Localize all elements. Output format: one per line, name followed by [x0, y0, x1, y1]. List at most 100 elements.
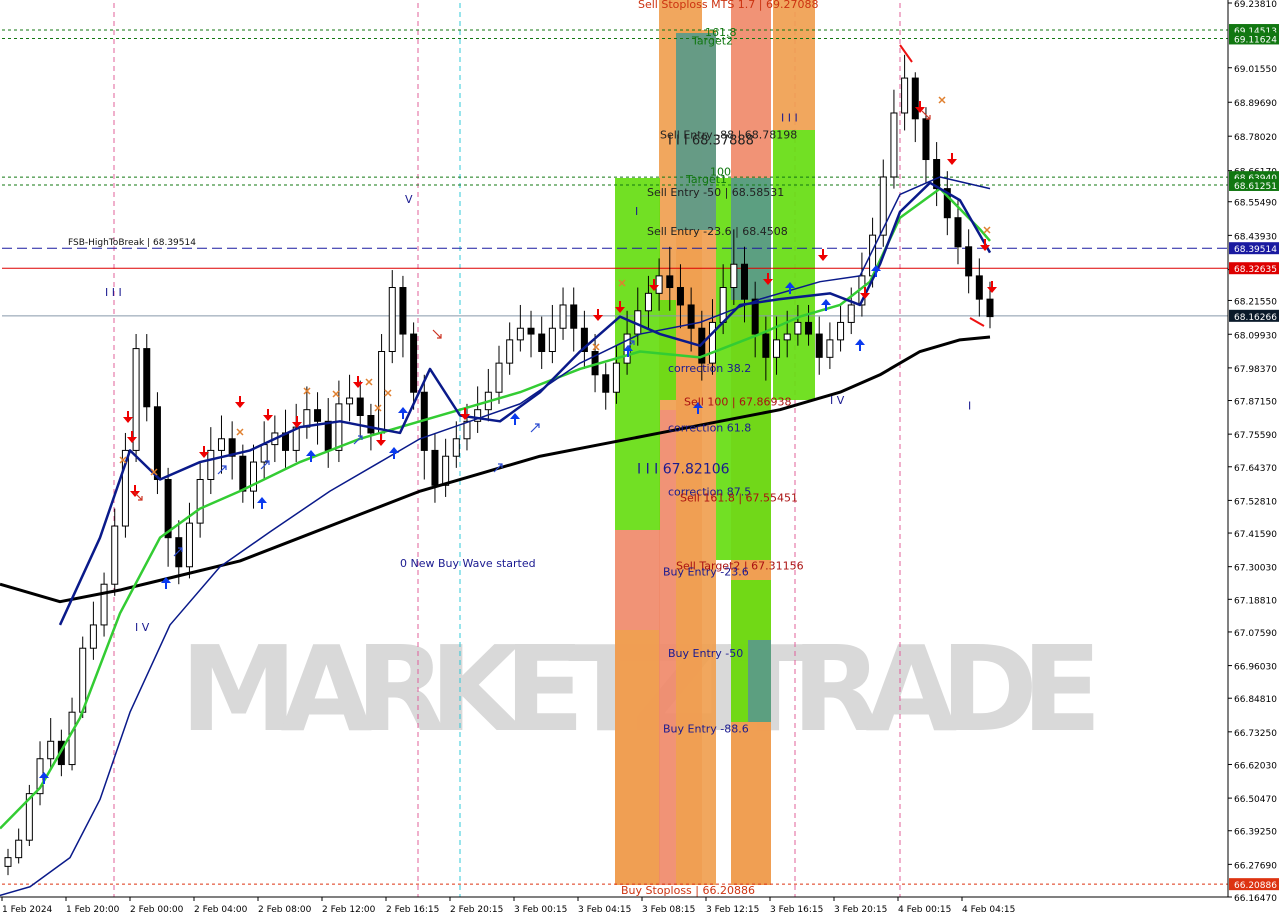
chart-annotation: correction 38.2	[668, 362, 751, 375]
chart-annotation: I I I 67.82106	[637, 462, 730, 478]
chart-annotation: I	[635, 205, 638, 218]
candle-body	[708, 321, 716, 364]
price-tick-label: 66.73250	[1234, 729, 1277, 739]
buy-stoploss-label: Buy Stoploss | 66.20886	[621, 884, 755, 897]
candle-body	[47, 740, 55, 760]
candle-body	[879, 176, 887, 236]
candle-body	[730, 263, 738, 289]
time-tick-label: 2 Feb 00:00	[130, 905, 184, 915]
price-tag-label: 68.39514	[1234, 245, 1277, 255]
candle-body	[217, 438, 225, 451]
candle-body	[911, 77, 919, 120]
candle-body	[762, 333, 770, 358]
price-tag-label: 68.61251	[1234, 182, 1277, 192]
chart-annotation: Buy Entry -23.6	[663, 565, 749, 578]
candle-body	[666, 275, 674, 289]
chart-annotation: correction 61.8	[668, 421, 751, 434]
price-tick-label: 67.30030	[1234, 564, 1277, 574]
time-tick-label: 3 Feb 16:15	[770, 905, 823, 915]
candle-body	[805, 321, 813, 335]
chart-annotation: Sell Entry -50 | 68.58531	[647, 186, 784, 199]
price-tick-label: 67.41590	[1234, 530, 1277, 540]
price-tick-label: 69.23810	[1234, 0, 1277, 10]
candle-body	[965, 246, 973, 277]
price-tick-label: 66.96030	[1234, 663, 1277, 673]
candle-body	[538, 333, 546, 353]
price-tick-label: 68.55490	[1234, 199, 1277, 209]
chart-annotation: I V	[830, 394, 845, 407]
chart-annotation: I I I	[781, 112, 798, 125]
chart-annotation: V	[405, 193, 413, 206]
time-tick-label: 4 Feb 00:15	[898, 905, 951, 915]
price-tag-label: 69.11624	[1234, 35, 1277, 45]
price-tick-label: 67.07590	[1234, 629, 1277, 639]
candle-body	[100, 583, 108, 626]
price-tick-label: 66.27690	[1234, 861, 1277, 871]
candle-body	[975, 275, 983, 300]
price-tick-label: 67.64370	[1234, 464, 1277, 474]
time-tick-label: 3 Feb 04:15	[578, 905, 631, 915]
candle-body	[68, 711, 76, 766]
candle-body	[132, 348, 140, 451]
time-tick-label: 4 Feb 04:15	[962, 905, 1015, 915]
candle-body	[452, 438, 460, 457]
time-tick-label: 3 Feb 20:15	[834, 905, 887, 915]
candle-body	[612, 362, 620, 393]
price-tick-label: 66.50470	[1234, 795, 1277, 805]
candle-body	[890, 112, 898, 178]
sell-stoploss-label: Sell Stoploss MTS 1.7 | 69.27088	[638, 0, 818, 11]
candle-body	[751, 298, 759, 335]
candle-body	[89, 624, 97, 649]
candle-body	[794, 321, 802, 335]
candle-body	[773, 339, 781, 358]
price-tag-label: 66.20886	[1234, 881, 1277, 891]
candle-body	[431, 449, 439, 486]
chart-annotation: 100	[710, 166, 731, 179]
price-tick-label: 67.52810	[1234, 497, 1277, 507]
candle-body	[388, 287, 396, 353]
candle-body	[495, 362, 503, 393]
time-tick-label: 2 Feb 04:00	[194, 905, 248, 915]
candle-body	[153, 406, 161, 480]
candle-body	[314, 409, 322, 422]
candle-body	[527, 327, 535, 335]
time-tick-label: 3 Feb 12:15	[706, 905, 759, 915]
time-tick-label: 1 Feb 20:00	[66, 905, 120, 915]
price-tag-label: 68.32635	[1234, 265, 1277, 275]
chart-annotation: I	[968, 400, 971, 413]
time-tick-label: 2 Feb 12:00	[322, 905, 376, 915]
time-tick-label: 3 Feb 00:15	[514, 905, 567, 915]
candle-body	[335, 403, 343, 451]
price-tick-label: 66.84810	[1234, 695, 1277, 705]
candle-body	[815, 333, 823, 358]
candle-body	[303, 409, 311, 428]
candle-body	[260, 444, 268, 463]
price-tick-label: 66.62030	[1234, 761, 1277, 771]
candle-body	[655, 275, 663, 294]
price-tick-label: 68.43930	[1234, 232, 1277, 242]
time-tick-label: 1 Feb 2024	[2, 905, 53, 915]
chart-annotation: Buy Entry -50	[668, 647, 743, 660]
time-tick-label: 2 Feb 08:00	[258, 905, 312, 915]
candlestick-chart: MARKETZITRADEFSB-HighToBreak | 68.39514S…	[0, 0, 1280, 920]
candle-body	[901, 77, 909, 114]
chart-annotation: Target2	[691, 35, 733, 48]
price-tick-label: 69.01550	[1234, 65, 1277, 75]
candle-body	[239, 455, 247, 492]
fsb-label: FSB-HighToBreak | 68.39514	[68, 238, 196, 248]
candle-body	[111, 525, 119, 585]
candle-body	[185, 522, 193, 568]
candle-body	[442, 455, 450, 486]
candle-body	[548, 327, 556, 353]
price-tick-label: 68.09930	[1234, 331, 1277, 341]
candle-body	[847, 304, 855, 323]
price-tick-label: 67.75590	[1234, 431, 1277, 441]
price-tick-label: 68.78020	[1234, 133, 1277, 143]
trade-zone-box	[773, 130, 815, 400]
candle-body	[516, 327, 524, 341]
candle-body	[196, 478, 204, 524]
time-tick-label: 2 Feb 20:15	[450, 905, 503, 915]
candle-body	[410, 333, 418, 393]
chart-annotation: I I I	[105, 286, 122, 299]
candle-body	[570, 304, 578, 329]
